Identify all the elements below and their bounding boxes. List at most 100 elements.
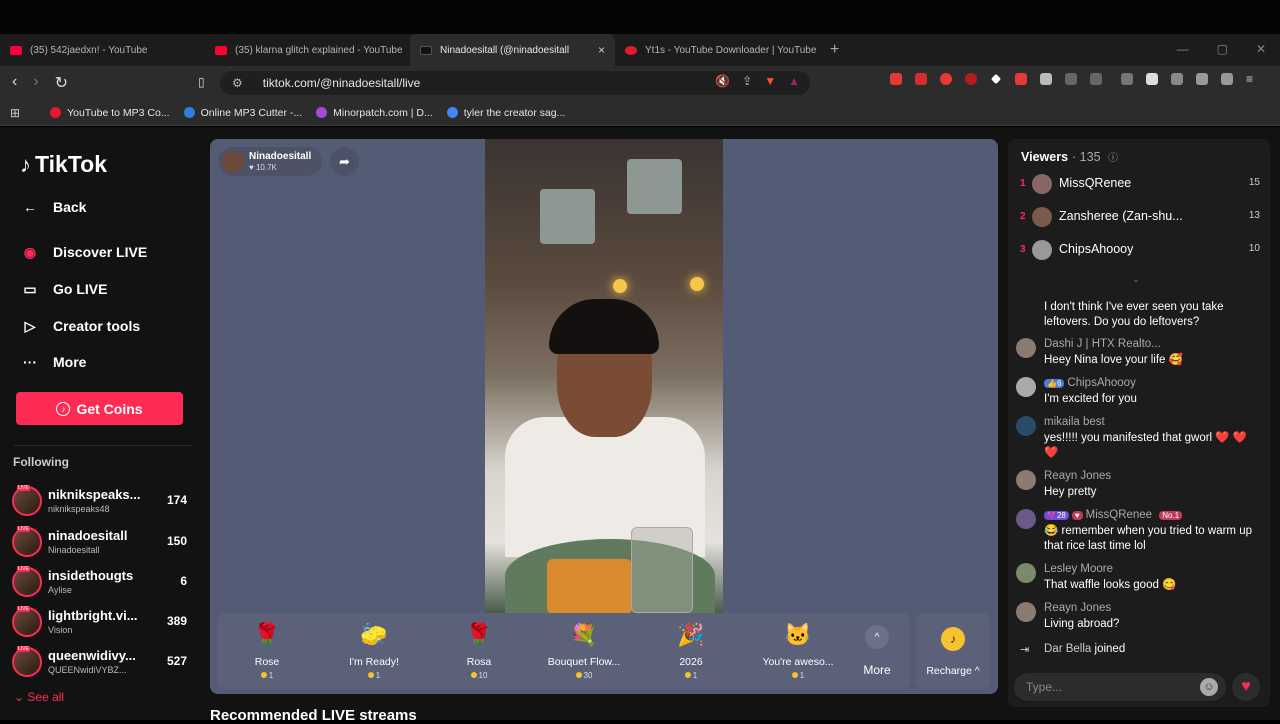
- joined-username[interactable]: Dar Bella: [1044, 643, 1091, 655]
- waffle: [547, 559, 632, 613]
- more-gifts-button[interactable]: More: [855, 663, 899, 677]
- top-viewer[interactable]: 2 Zansheree (Zan-shu... 13: [1018, 207, 1264, 229]
- wallet-icon[interactable]: [1171, 73, 1183, 85]
- extension-box-icon[interactable]: [1090, 73, 1102, 85]
- bookmark-item[interactable]: Minorpatch.com | D...: [316, 107, 433, 119]
- avatar[interactable]: [1016, 470, 1036, 490]
- reload-icon[interactable]: ↻: [55, 73, 68, 93]
- chat-username[interactable]: Reayn Jones: [1044, 602, 1111, 614]
- browser-tab-active[interactable]: Ninadoesitall (@ninadoesitall ×: [410, 34, 615, 66]
- mute-icon[interactable]: 🔇: [715, 74, 730, 88]
- forward-arrow-icon[interactable]: ›: [33, 73, 38, 93]
- bookmark-item[interactable]: tyler the creator sag...: [446, 107, 565, 119]
- avatar[interactable]: [1016, 509, 1036, 529]
- vpn-shield-icon[interactable]: [1221, 73, 1233, 85]
- tab-title: (35) klarna glitch explained - YouTube: [235, 44, 403, 56]
- avatar[interactable]: [1016, 602, 1036, 622]
- gift-item[interactable]: 🌹 Rosa 10: [429, 613, 529, 689]
- chat-username[interactable]: Dashi J | HTX Realto...: [1044, 338, 1161, 350]
- tiktok-logo[interactable]: ♪ TikTok: [20, 151, 107, 178]
- site-info-icon[interactable]: ⚙: [232, 76, 243, 90]
- sidebar-icon[interactable]: [1146, 73, 1158, 85]
- chat-username[interactable]: mikaila best: [1044, 416, 1105, 428]
- gift-item[interactable]: 🌹 Rose 1: [217, 613, 317, 689]
- extension-youtube-icon[interactable]: [915, 73, 927, 85]
- music-icon[interactable]: [1121, 73, 1133, 85]
- nav-creator-tools[interactable]: ▷ Creator tools: [18, 314, 141, 338]
- nav-discover-live[interactable]: ◉ Discover LIVE: [18, 240, 147, 264]
- top-viewer[interactable]: 1 MissQRenee 15: [1018, 174, 1264, 196]
- chat-username[interactable]: Reayn Jones: [1044, 470, 1111, 482]
- share-button[interactable]: ➦: [330, 147, 359, 176]
- browser-tab-1[interactable]: (35) 542jaedxn! - YouTube: [0, 34, 205, 66]
- get-coins-button[interactable]: ♪ Get Coins: [16, 392, 183, 425]
- rank-badge: No.1: [1159, 511, 1183, 520]
- chevron-up-icon[interactable]: ^: [865, 625, 889, 649]
- following-item[interactable]: niknikspeaks... niknikspeaks48 174: [12, 485, 192, 522]
- following-item[interactable]: lightbright.vi... Vision 389: [12, 606, 192, 643]
- chevron-down-icon[interactable]: ⌄: [1132, 274, 1140, 285]
- following-item[interactable]: ninadoesitall Ninadoesitall 150: [12, 526, 192, 563]
- following-title: Following: [13, 455, 69, 469]
- brave-shield-icon[interactable]: ▼: [764, 74, 776, 88]
- leo-ai-icon[interactable]: [1196, 73, 1208, 85]
- see-all-link[interactable]: ⌄ See all: [14, 690, 64, 704]
- following-item[interactable]: insidethougts Aylise 6: [12, 566, 192, 603]
- bookmark-item[interactable]: YouTube to MP3 Co...: [50, 107, 170, 119]
- gift-name: You're aweso...: [762, 656, 834, 668]
- apps-grid-icon[interactable]: ⊞: [10, 106, 20, 120]
- extension-diamond-icon[interactable]: [990, 73, 1002, 85]
- chat-username[interactable]: 💜28 ♥ MissQRenee No.1: [1044, 509, 1185, 521]
- tab-close-icon[interactable]: ×: [598, 43, 605, 57]
- join-icon: ⇥: [1020, 644, 1030, 656]
- close-window-icon[interactable]: ✕: [1256, 42, 1266, 56]
- back-arrow-icon[interactable]: ‹: [12, 73, 17, 93]
- extension-play-icon[interactable]: [940, 73, 952, 85]
- avatar[interactable]: [1016, 377, 1036, 397]
- gift-name: Rosa: [466, 656, 492, 668]
- arrow-left-icon: ←: [23, 199, 37, 215]
- live-video[interactable]: [485, 139, 723, 613]
- menu-icon[interactable]: ≡: [1246, 73, 1258, 85]
- nav-go-live[interactable]: ▭ Go LIVE: [18, 277, 107, 301]
- bookmark-icon[interactable]: ▯: [198, 75, 205, 89]
- browser-tab-2[interactable]: (35) klarna glitch explained - YouTube: [205, 34, 410, 66]
- chat-username[interactable]: 👍6 ChipsAhoooy: [1044, 377, 1136, 389]
- gift-item[interactable]: 💐 Bouquet Flow... 30: [534, 613, 634, 689]
- avatar[interactable]: [1016, 338, 1036, 358]
- brave-rewards-icon[interactable]: ▲: [788, 74, 800, 88]
- recharge-button[interactable]: ♪ Recharge ^: [916, 613, 990, 689]
- chat-username[interactable]: Lesley Moore: [1044, 563, 1113, 575]
- extensions-puzzle-icon[interactable]: [1065, 73, 1077, 85]
- like-heart-button[interactable]: ♥: [1232, 673, 1260, 701]
- heart-badge-icon: ♥: [1071, 511, 1083, 520]
- info-icon[interactable]: ⓘ: [1108, 153, 1118, 164]
- emoji-icon[interactable]: ☺: [1200, 678, 1218, 696]
- gift-item[interactable]: 🎉 2026 1: [641, 613, 741, 689]
- extension-tool-icon[interactable]: [1015, 73, 1027, 85]
- chat-text: yes!!!!! you manifested that gworl ❤️ ❤️…: [1044, 432, 1248, 459]
- nav-back[interactable]: ← Back: [18, 195, 86, 219]
- nav-more[interactable]: ··· More: [18, 350, 86, 374]
- bookmark-item[interactable]: Online MP3 Cutter -...: [183, 107, 302, 119]
- avatar[interactable]: [1016, 416, 1036, 436]
- extension-gray-icon[interactable]: [1040, 73, 1052, 85]
- extension-red-icon[interactable]: [890, 73, 902, 85]
- gift-item[interactable]: 🐱 You're aweso... 1: [748, 613, 848, 689]
- address-bar[interactable]: ⚙ tiktok.com/@ninadoesitall/live 🔇 ⇪ ▼ ▲: [220, 71, 810, 95]
- nav-label: Discover LIVE: [53, 244, 148, 260]
- maximize-icon[interactable]: ▢: [1217, 42, 1228, 56]
- following-item[interactable]: queenwidivy... QUEENwidiVYBZ... 527: [12, 646, 192, 683]
- top-viewer[interactable]: 3 ChipsAhoooy 10: [1018, 240, 1264, 262]
- browser-tab-4[interactable]: Yt1s - YouTube Downloader | YouTube: [615, 34, 820, 66]
- host-info[interactable]: Ninadoesitall ♥ 10.7K: [218, 147, 322, 176]
- avatar[interactable]: [1016, 563, 1036, 583]
- address-bar-icons: 🔇 ⇪ ▼ ▲: [715, 74, 800, 88]
- extension-ublock-icon[interactable]: [965, 73, 977, 85]
- chat-input[interactable]: Type... ☺: [1014, 673, 1226, 701]
- share-icon[interactable]: ⇪: [742, 74, 752, 88]
- minimize-icon[interactable]: —: [1177, 42, 1189, 56]
- gift-item[interactable]: 🧽 I'm Ready! 1: [324, 613, 424, 689]
- new-tab-button[interactable]: +: [830, 41, 839, 59]
- viewers-header[interactable]: Viewers · 135 ⓘ: [1021, 149, 1118, 164]
